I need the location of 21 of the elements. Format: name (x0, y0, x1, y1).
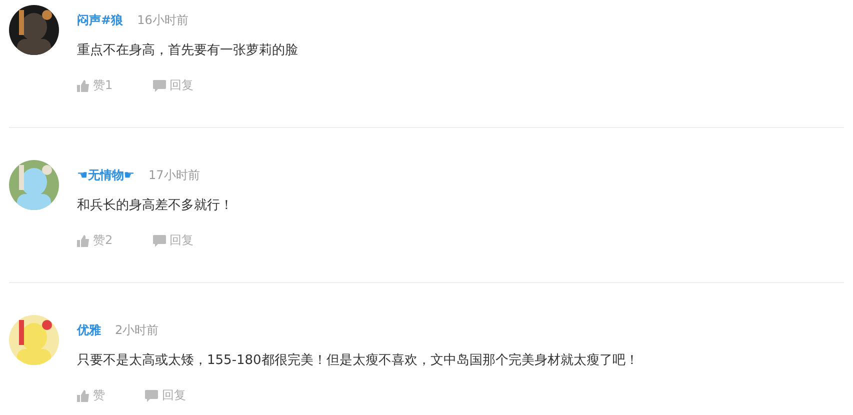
thumbs-up-icon (77, 80, 89, 92)
author-name[interactable]: ☚无情物☛ (77, 166, 135, 184)
comment-icon (145, 390, 158, 402)
author-name[interactable]: 优雅 (77, 322, 101, 338)
comment-time: 16小时前 (137, 12, 188, 28)
comment-text: 只要不是太高或太矮，155-180都很完美！但是太瘦不喜欢，文中岛国那个完美身材就太瘦了吧！ (77, 352, 638, 370)
like-button[interactable]: 赞2 (77, 232, 113, 249)
reply-button[interactable]: 回复 (145, 387, 186, 404)
like-button[interactable]: 赞1 (77, 77, 113, 94)
author-name[interactable]: 闷声#狼 (77, 12, 124, 28)
reply-button[interactable]: 回复 (152, 232, 194, 249)
comment-time: 2小时前 (115, 322, 159, 338)
thumbs-up-icon (77, 234, 89, 246)
comment-time: 17小时前 (148, 166, 200, 184)
like-button[interactable]: 赞 (77, 387, 105, 404)
comment-text: 重点不在身高，首先要有一张萝莉的脸 (77, 42, 298, 60)
comment-text: 和兵长的身高差不多就行！ (77, 197, 233, 215)
thumbs-up-icon (77, 390, 89, 402)
comment-icon (152, 80, 166, 92)
comment-icon (152, 234, 166, 246)
reply-button[interactable]: 回复 (152, 77, 194, 94)
